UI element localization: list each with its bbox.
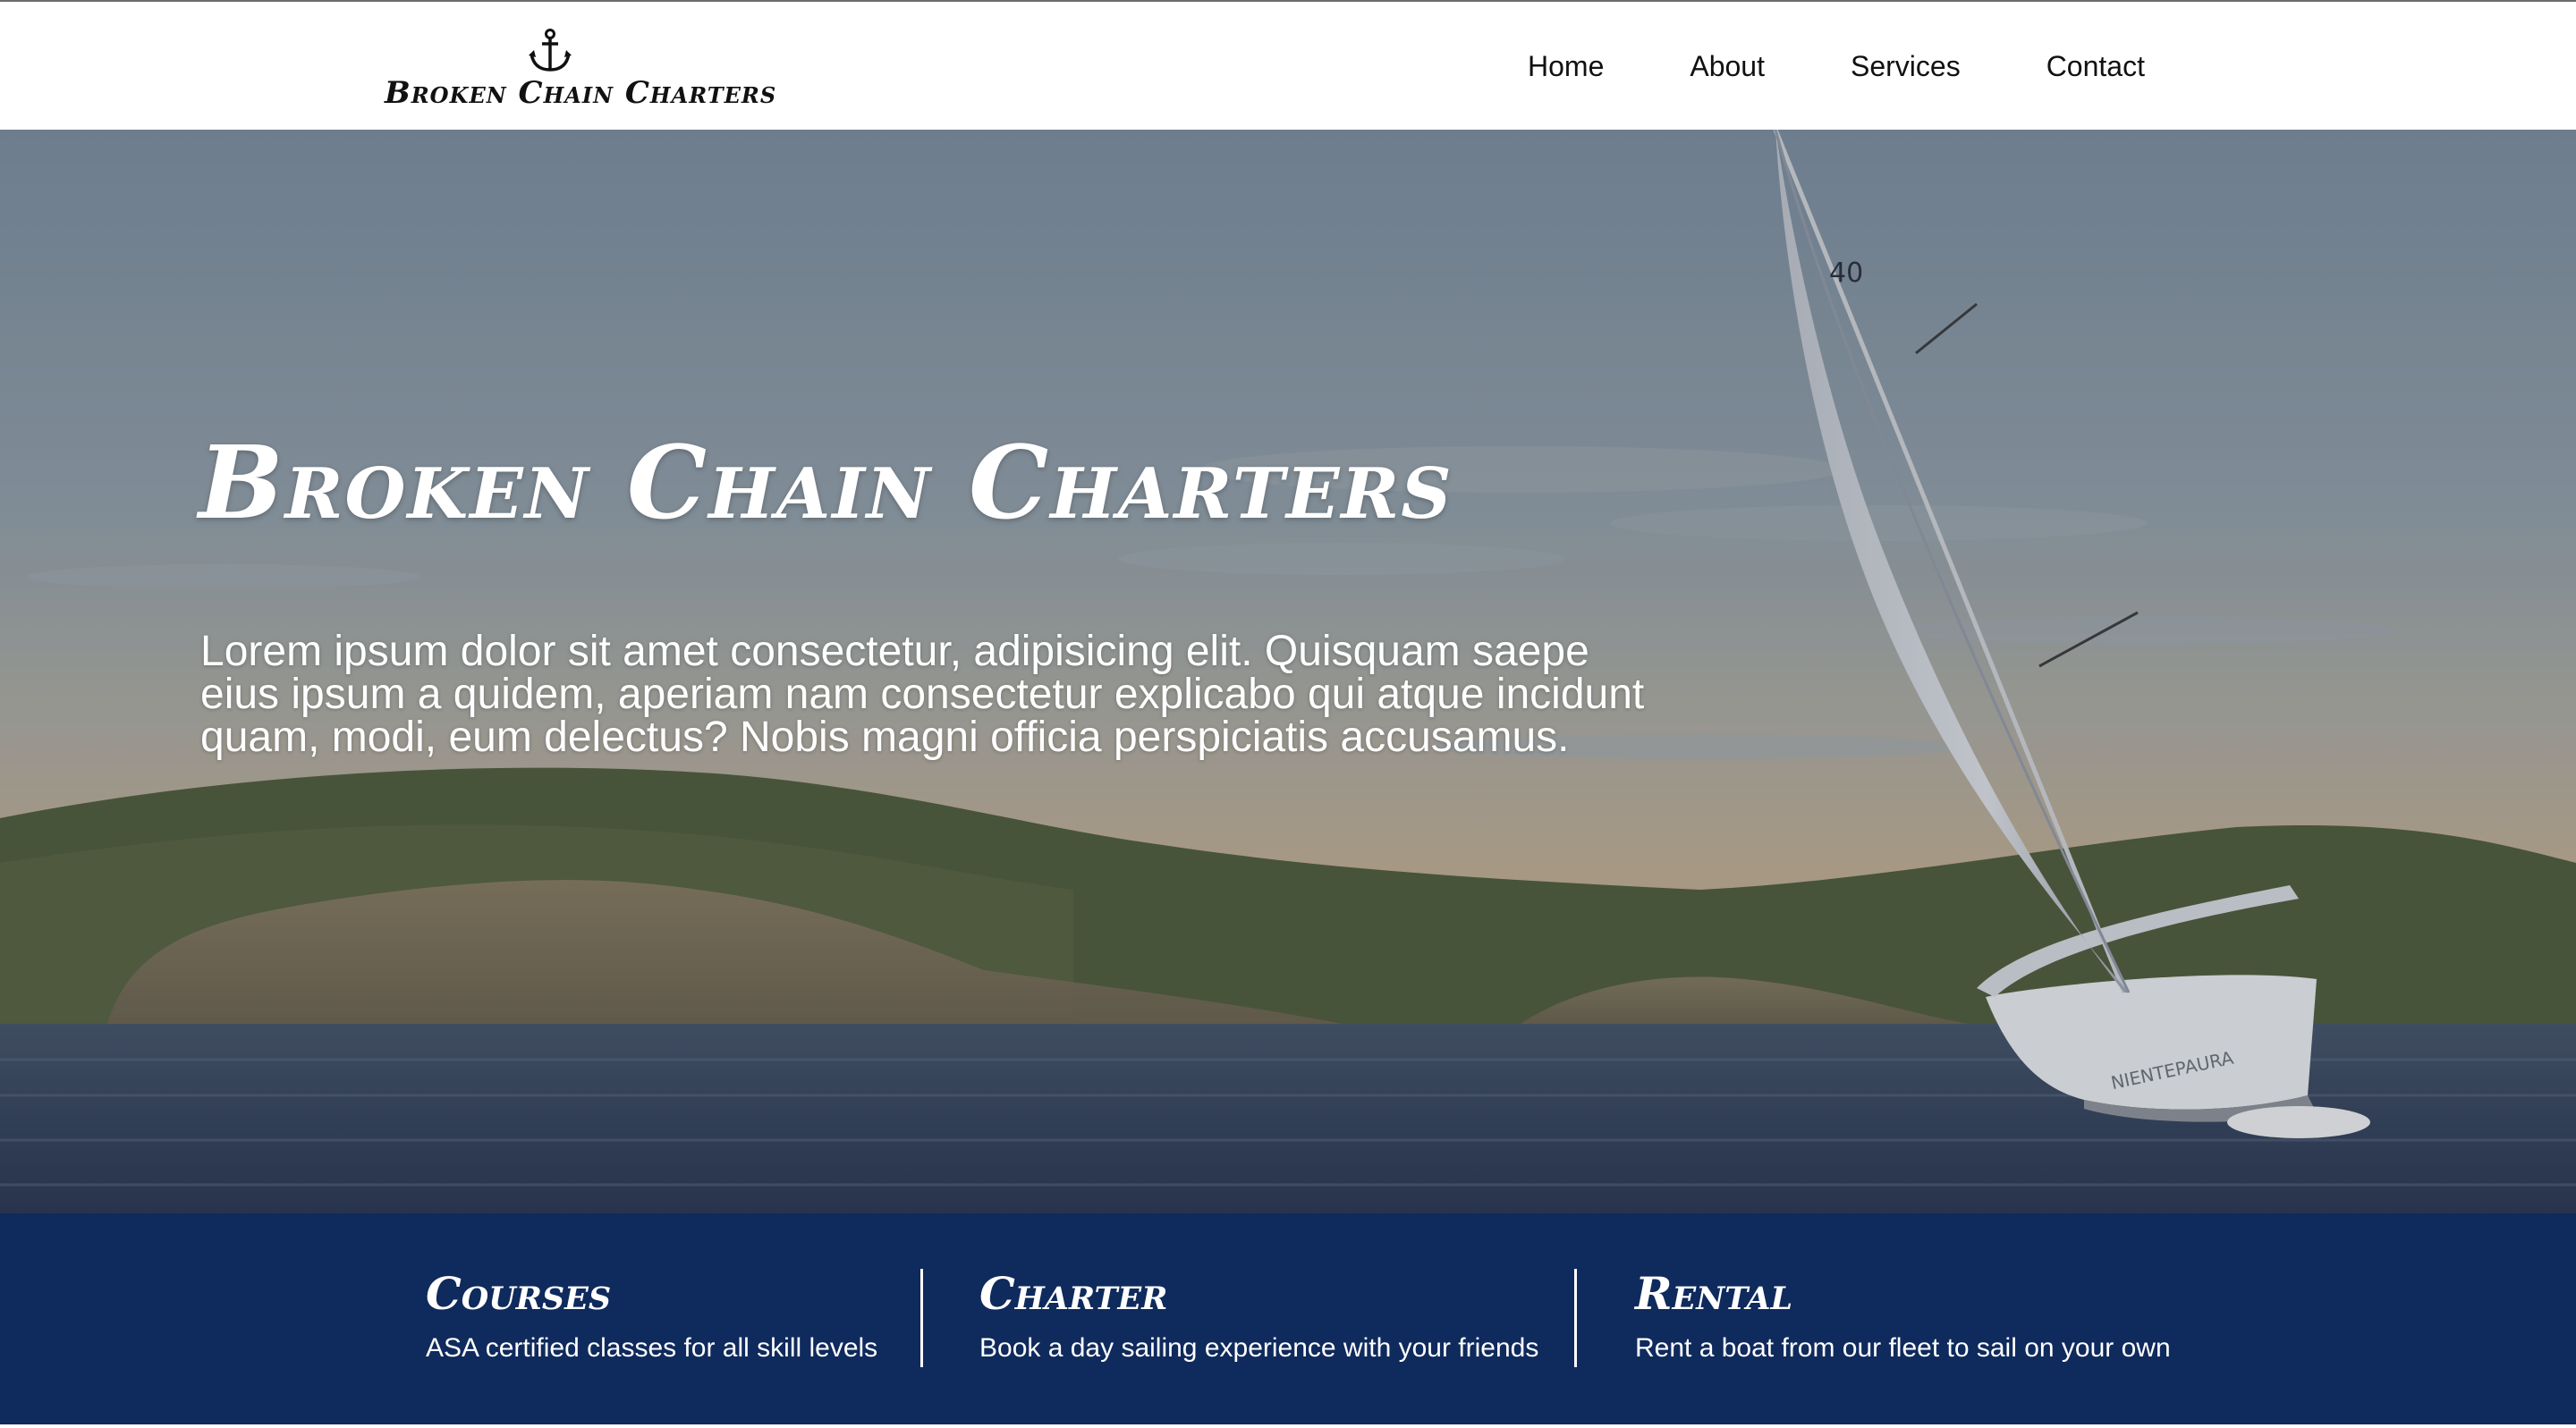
logo[interactable]: Broken Chain Charters [385, 29, 777, 111]
divider [920, 1269, 923, 1367]
hero-title: Broken Chain Charters [199, 425, 1453, 542]
feature-charter[interactable]: Charter Book a day sailing experience wi… [979, 1267, 1538, 1364]
site-header: Broken Chain Charters Home About Service… [0, 0, 2576, 130]
main-nav: Home About Services Contact [1528, 46, 2145, 86]
feature-rental[interactable]: Rental Rent a boat from our fleet to sai… [1635, 1267, 2171, 1364]
feature-charter-description: Book a day sailing experience with your … [979, 1333, 1539, 1363]
feature-courses-description: ASA certified classes for all skill leve… [426, 1333, 878, 1363]
feature-rental-title: Rental [1635, 1267, 1793, 1320]
feature-courses[interactable]: Courses ASA certified classes for all sk… [426, 1267, 877, 1364]
nav-home[interactable]: Home [1528, 46, 1604, 86]
nav-contact[interactable]: Contact [2046, 46, 2145, 86]
feature-courses-title: Courses [426, 1267, 612, 1320]
hero-section: 40 NIENTEPAURA Broken Chain Charters Lor… [0, 130, 2576, 1213]
hero-description: Lorem ipsum dolor sit amet consectetur, … [200, 628, 1645, 761]
logo-text: Broken Chain Charters [385, 75, 777, 111]
anchor-icon [529, 29, 572, 72]
services-band: Courses ASA certified classes for all sk… [0, 1213, 2576, 1424]
feature-charter-title: Charter [979, 1267, 1168, 1320]
nav-services[interactable]: Services [1851, 46, 1961, 86]
divider [1574, 1269, 1577, 1367]
feature-rental-description: Rent a boat from our fleet to sail on yo… [1635, 1333, 2171, 1363]
page-bottom [0, 1424, 2576, 1428]
nav-about[interactable]: About [1690, 46, 1765, 86]
